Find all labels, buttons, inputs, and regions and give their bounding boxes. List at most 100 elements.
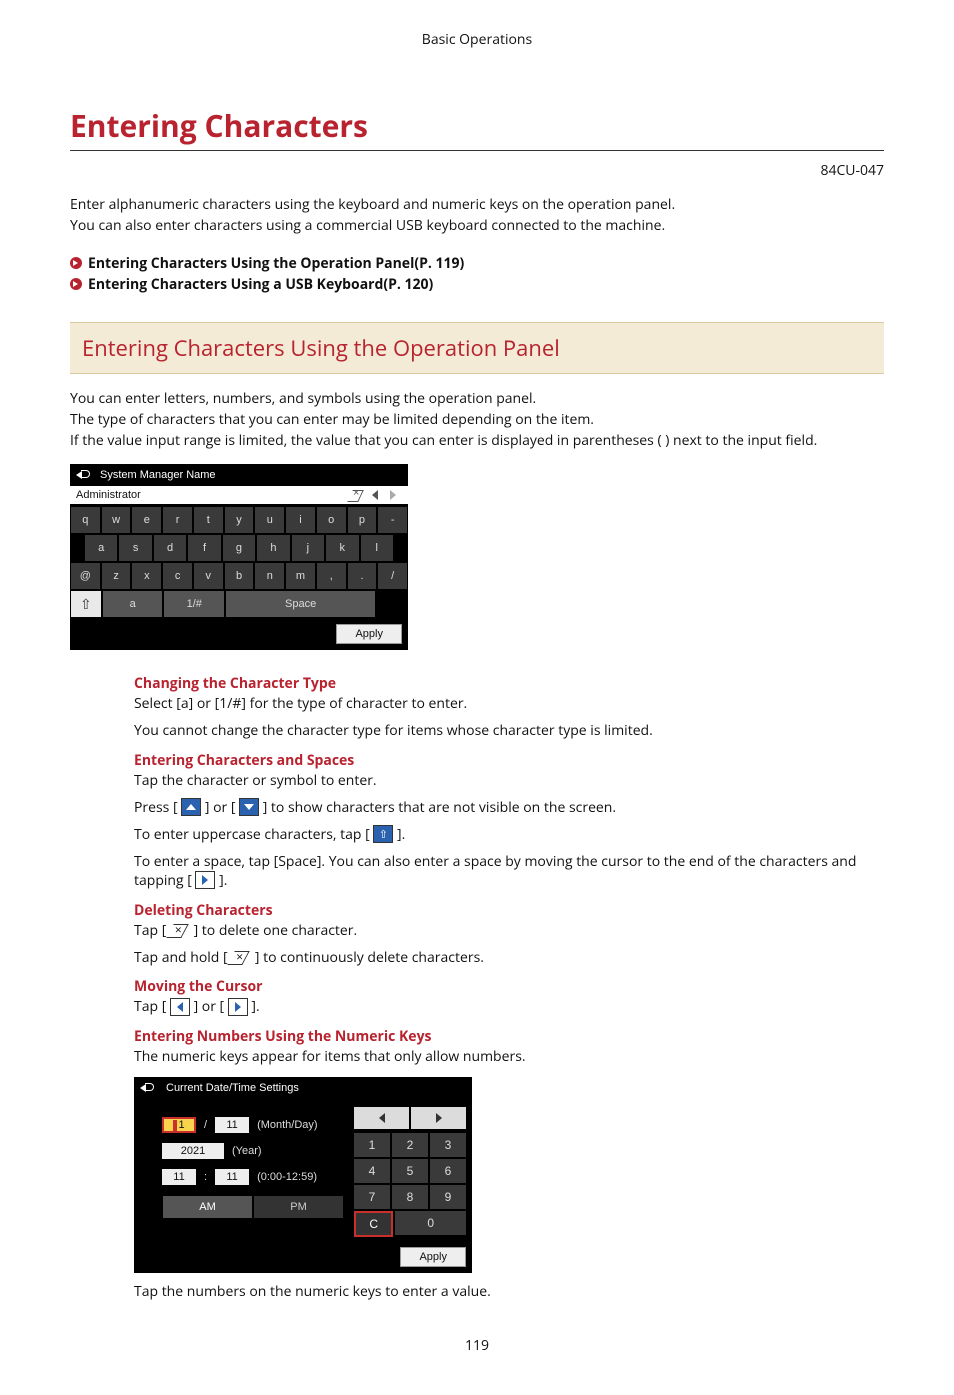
numkey-5[interactable]: 5 <box>392 1159 428 1183</box>
txt: ] or [ <box>194 997 225 1016</box>
document-code: 84CU-047 <box>70 161 884 180</box>
key-m[interactable]: m <box>286 563 315 589</box>
key-k[interactable]: k <box>326 535 358 561</box>
txt: ] to continuously delete characters. <box>255 948 484 967</box>
numkey-6[interactable]: 6 <box>430 1159 466 1183</box>
bullet-icon <box>70 257 82 269</box>
nav-right-button[interactable] <box>411 1107 466 1129</box>
key-b[interactable]: b <box>225 563 254 589</box>
key-t[interactable]: t <box>194 507 223 533</box>
delete-one: Tap [ ] to delete one character. <box>134 922 884 941</box>
key-w[interactable]: w <box>102 507 131 533</box>
apply-button[interactable]: Apply <box>336 624 402 644</box>
key-j[interactable]: j <box>292 535 324 561</box>
txt: ]. <box>219 871 227 890</box>
delete-hold: Tap and hold [ ] to continuously delete … <box>134 949 884 968</box>
year-row: 2021 (Year) <box>162 1143 344 1159</box>
key-comma[interactable]: , <box>317 563 346 589</box>
backspace-icon <box>170 924 190 936</box>
numkey-7[interactable]: 7 <box>354 1185 390 1209</box>
key-f[interactable]: f <box>188 535 220 561</box>
key-space[interactable]: Space <box>226 591 375 617</box>
kb-row-2: a s d f g h j k l <box>70 534 408 562</box>
key-dash[interactable]: - <box>378 507 407 533</box>
apply-button[interactable]: Apply <box>400 1247 466 1267</box>
back-icon[interactable] <box>76 468 92 482</box>
month-field[interactable]: 1 <box>162 1117 196 1133</box>
txt: Tap and hold [ <box>134 948 231 967</box>
key-mode-symbols[interactable]: 1/# <box>164 591 224 617</box>
numeric-intro: The numeric keys appear for items that o… <box>134 1048 884 1067</box>
key-shift[interactable]: ⇧ <box>71 591 101 617</box>
numkey-clear[interactable]: C <box>354 1211 393 1237</box>
key-period[interactable]: . <box>348 563 377 589</box>
key-mode-a[interactable]: a <box>103 591 163 617</box>
key-l[interactable]: l <box>361 535 393 561</box>
key-s[interactable]: s <box>119 535 151 561</box>
key-n[interactable]: n <box>255 563 284 589</box>
backspace-icon <box>231 951 251 963</box>
txt: ] or [ <box>205 798 236 817</box>
toc-link-usb-keyboard[interactable]: Entering Characters Using a USB Keyboard… <box>88 275 433 294</box>
kb-row-4: ⇧ a 1/# Space <box>70 590 408 618</box>
numkey-3[interactable]: 3 <box>430 1133 466 1157</box>
shift-icon <box>373 825 393 843</box>
key-q[interactable]: q <box>71 507 100 533</box>
kb-text-field[interactable]: Administrator <box>76 489 348 501</box>
cursor-right-icon[interactable] <box>384 490 402 500</box>
hour-field[interactable]: 11 <box>162 1169 196 1185</box>
right-arrow-icon <box>228 998 248 1016</box>
numkey-0[interactable]: 0 <box>395 1211 466 1235</box>
am-button[interactable]: AM <box>162 1195 253 1219</box>
subhead-delete: Deleting Characters <box>134 901 884 920</box>
nav-left-button[interactable] <box>354 1107 409 1129</box>
toc-link-op-panel[interactable]: Entering Characters Using the Operation … <box>88 254 464 273</box>
pm-button[interactable]: PM <box>253 1195 344 1219</box>
numkey-8[interactable]: 8 <box>392 1185 428 1209</box>
numkey-2[interactable]: 2 <box>392 1133 428 1157</box>
day-field[interactable]: 11 <box>215 1117 249 1133</box>
key-d[interactable]: d <box>154 535 186 561</box>
time-label: (0:00-12:59) <box>257 1171 317 1183</box>
key-o[interactable]: o <box>317 507 346 533</box>
txt: ] to delete one character. <box>194 921 358 940</box>
key-v[interactable]: v <box>194 563 223 589</box>
numkey-4[interactable]: 4 <box>354 1159 390 1183</box>
key-p[interactable]: p <box>348 507 377 533</box>
key-z[interactable]: z <box>102 563 131 589</box>
numeric-after: Tap the numbers on the numeric keys to e… <box>134 1283 884 1302</box>
subhead-enter-chars: Entering Characters and Spaces <box>134 751 884 770</box>
key-h[interactable]: h <box>257 535 289 561</box>
intro-line-2: You can also enter characters using a co… <box>70 217 884 236</box>
key-y[interactable]: y <box>225 507 254 533</box>
txt: To enter a space, tap [Space]. You can a… <box>134 852 856 890</box>
section-heading-op-panel: Entering Characters Using the Operation … <box>70 322 884 374</box>
key-x[interactable]: x <box>132 563 161 589</box>
key-e[interactable]: e <box>132 507 161 533</box>
key-g[interactable]: g <box>223 535 255 561</box>
sec1-line3: If the value input range is limited, the… <box>70 432 884 451</box>
left-arrow-icon <box>170 998 190 1016</box>
numkey-1[interactable]: 1 <box>354 1133 390 1157</box>
key-i[interactable]: i <box>286 507 315 533</box>
year-field[interactable]: 2021 <box>162 1143 224 1159</box>
key-slash[interactable]: / <box>378 563 407 589</box>
txt: Press [ <box>134 798 178 817</box>
subhead-cursor: Moving the Cursor <box>134 977 884 996</box>
back-icon[interactable] <box>140 1081 156 1095</box>
key-at[interactable]: @ <box>71 563 100 589</box>
key-u[interactable]: u <box>255 507 284 533</box>
subhead-change-type: Changing the Character Type <box>134 674 884 693</box>
txt: ] to show characters that are not visibl… <box>263 798 616 817</box>
numkey-9[interactable]: 9 <box>430 1185 466 1209</box>
key-r[interactable]: r <box>163 507 192 533</box>
txt: ]. <box>251 997 259 1016</box>
num-title: Current Date/Time Settings <box>166 1082 299 1094</box>
cursor-left-icon[interactable] <box>366 490 384 500</box>
right-arrow-icon <box>195 871 215 889</box>
key-a[interactable]: a <box>85 535 117 561</box>
key-c[interactable]: c <box>163 563 192 589</box>
cursor-move: Tap [ ] or [ ]. <box>134 998 884 1017</box>
minute-field[interactable]: 11 <box>215 1169 249 1185</box>
backspace-icon[interactable] <box>348 490 366 500</box>
